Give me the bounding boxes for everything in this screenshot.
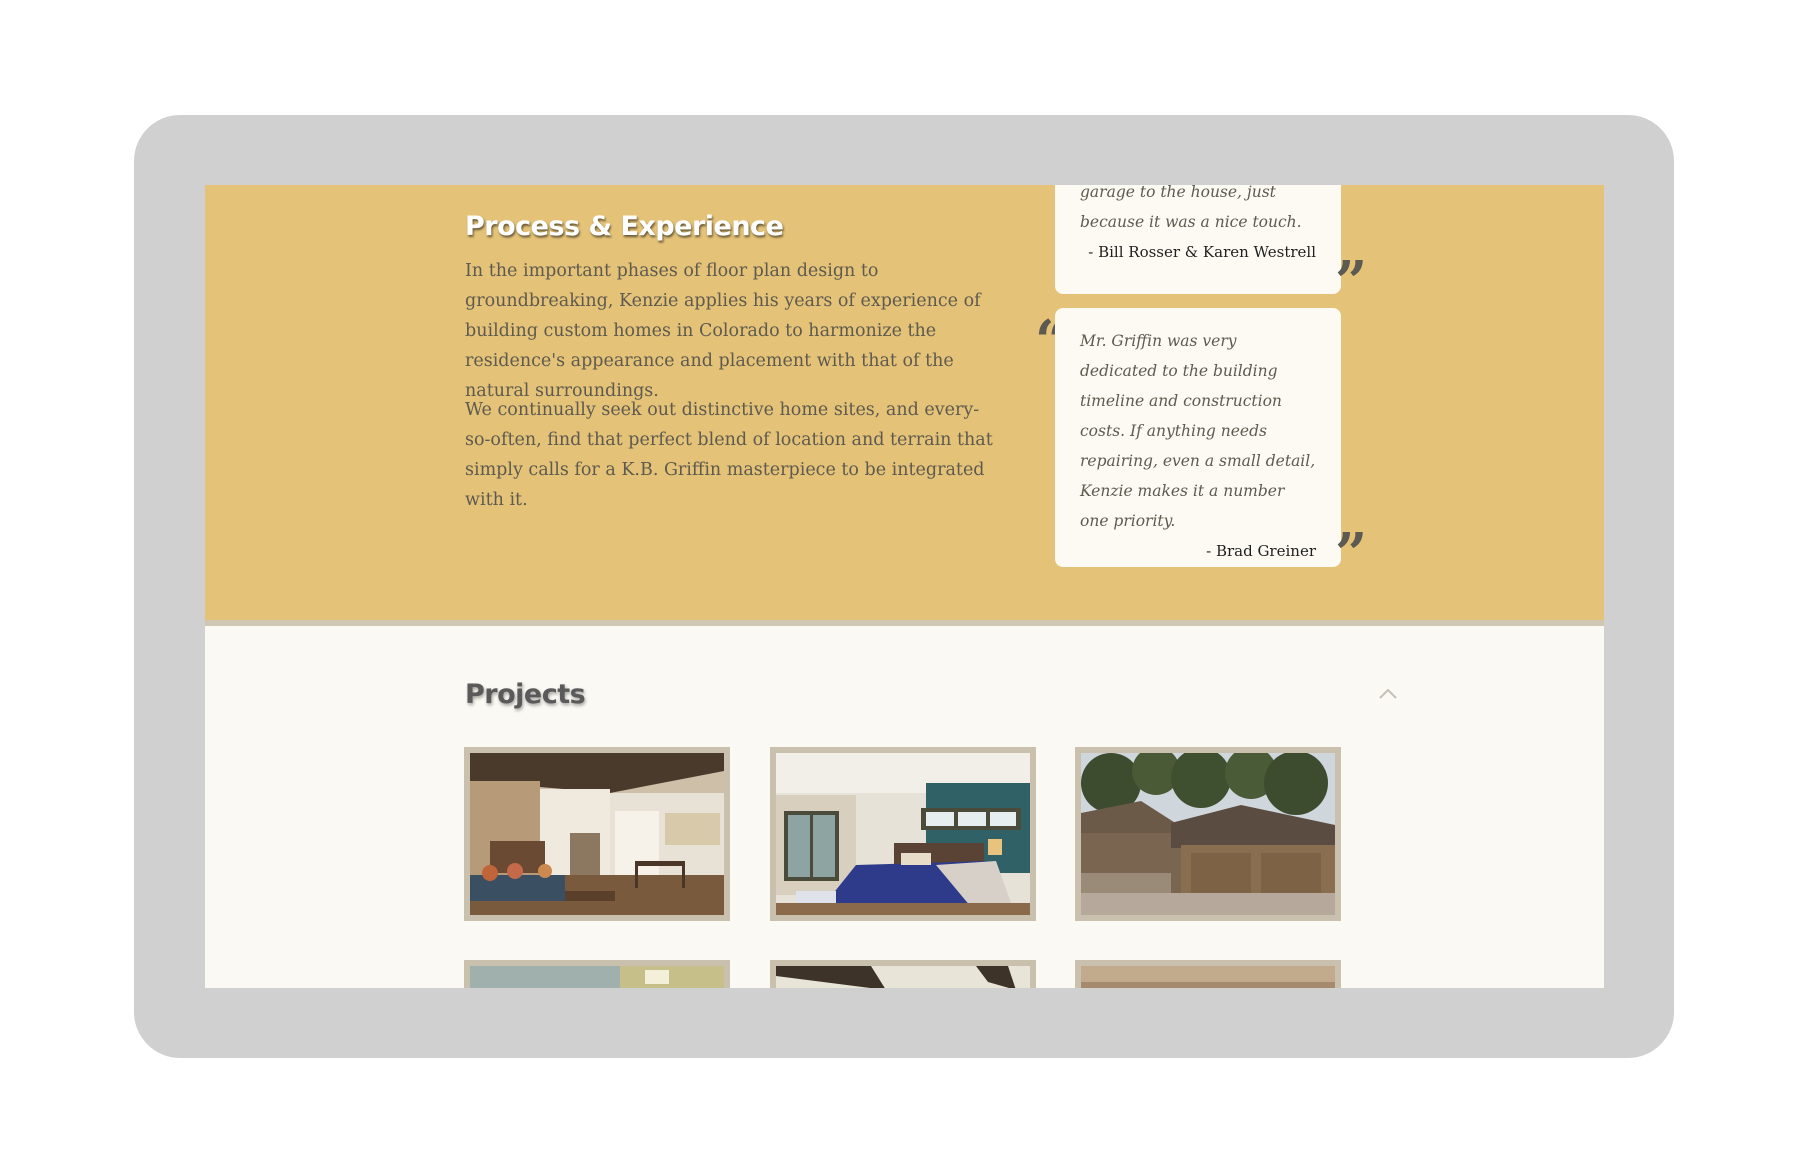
process-paragraph-2: We continually seek out distinctive home… — [465, 400, 993, 510]
process-title: Process & Experience — [465, 211, 784, 242]
testimonial-card: Mr. Griffin was very dedicated to the bu… — [1055, 308, 1341, 567]
project-photo — [776, 966, 1030, 988]
project-photo — [1081, 753, 1335, 915]
close-quote-icon: ” — [1335, 521, 1368, 587]
testimonial-card: garage to the house, just because it was… — [1055, 185, 1341, 294]
project-thumbnail-6[interactable] — [1075, 960, 1341, 988]
project-photo — [470, 966, 724, 988]
project-photo — [1081, 966, 1335, 988]
testimonial-quote: garage to the house, just because it was… — [1080, 185, 1302, 231]
testimonial-author: - Bill Rosser & Karen Westrell — [1088, 243, 1316, 261]
testimonial-author: - Brad Greiner — [1206, 542, 1316, 560]
project-thumbnail-4[interactable] — [464, 960, 730, 988]
browser-viewport[interactable]: Process & Experience In the important ph… — [205, 185, 1604, 988]
project-photo — [776, 753, 1030, 915]
close-quote-icon: ” — [1335, 249, 1368, 315]
process-paragraph-1: In the important phases of floor plan de… — [465, 261, 981, 401]
chevron-up-icon[interactable] — [1378, 687, 1398, 701]
project-thumbnail-great-room[interactable] — [464, 747, 730, 921]
project-photo — [470, 753, 724, 915]
projects-title: Projects — [465, 679, 586, 710]
testimonial-quote: Mr. Griffin was very dedicated to the bu… — [1080, 332, 1316, 530]
process-experience-section: Process & Experience In the important ph… — [205, 185, 1604, 626]
project-thumbnail-exterior-garage[interactable] — [1075, 747, 1341, 921]
device-frame: Process & Experience In the important ph… — [134, 115, 1674, 1058]
project-thumbnail-bedroom[interactable] — [770, 747, 1036, 921]
project-thumbnail-5[interactable] — [770, 960, 1036, 988]
